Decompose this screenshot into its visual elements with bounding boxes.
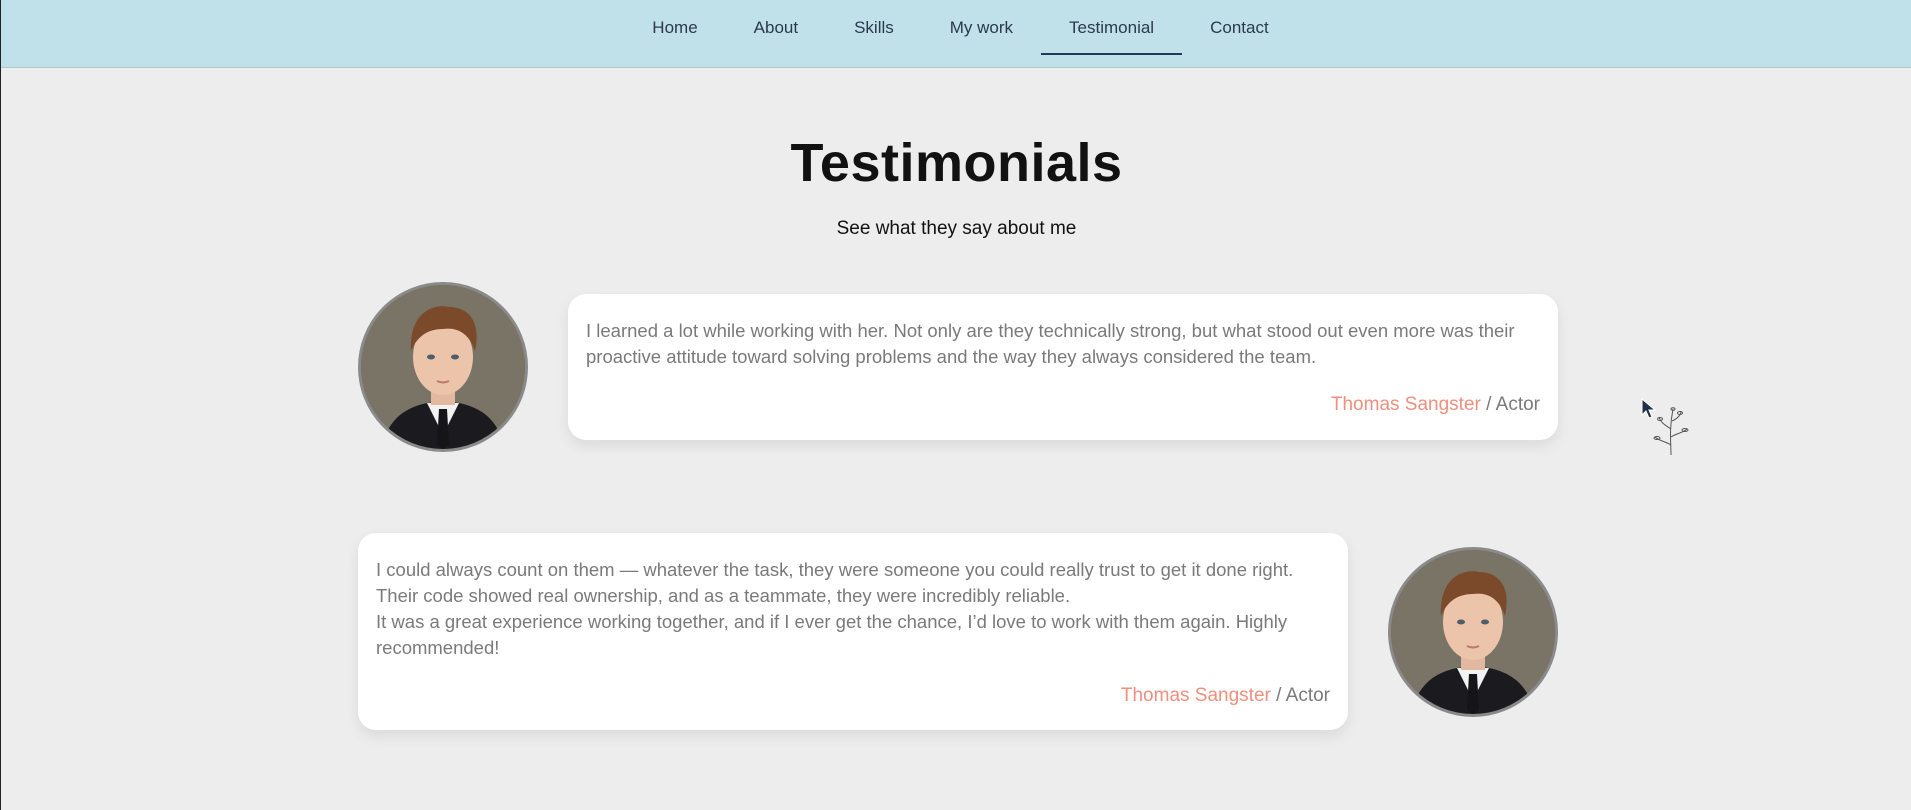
testimonial-author: Thomas Sangster / Actor <box>586 394 1540 416</box>
quote-line: proactive attitude toward solving proble… <box>586 346 1317 367</box>
testimonial-quote: I learned a lot while working with her. … <box>586 318 1540 370</box>
nav-items: Home About Skills My work Testimonial Co… <box>624 0 1296 55</box>
nav-item-my-work[interactable]: My work <box>922 0 1041 55</box>
nav-item-contact[interactable]: Contact <box>1182 0 1297 55</box>
quote-line: It was a great experience working togeth… <box>376 611 1288 632</box>
author-name: Thomas Sangster <box>1120 685 1271 706</box>
quote-line: I could always count on them — whatever … <box>376 559 1294 580</box>
author-role: Actor <box>1285 685 1330 706</box>
testimonial-card: I could always count on them — whatever … <box>358 533 1348 730</box>
nav-item-skills[interactable]: Skills <box>826 0 922 55</box>
page-subtitle: See what they say about me <box>836 218 1077 239</box>
nav-item-testimonial[interactable]: Testimonial <box>1041 0 1183 55</box>
portrait-image <box>361 285 525 449</box>
author-name: Thomas Sangster <box>1330 394 1481 415</box>
avatar <box>1388 547 1558 717</box>
plant-sprig-icon <box>1651 405 1691 462</box>
nav-item-about[interactable]: About <box>726 0 826 55</box>
testimonial-author: Thomas Sangster / Actor <box>376 685 1330 707</box>
nav-item-home[interactable]: Home <box>624 0 725 55</box>
author-separator: / <box>1480 394 1496 415</box>
page-title: Testimonials <box>790 133 1123 193</box>
quote-line: I learned a lot while working with her. … <box>586 320 1515 341</box>
testimonial-card: I learned a lot while working with her. … <box>568 294 1558 440</box>
page: Home About Skills My work Testimonial Co… <box>0 0 1911 810</box>
portrait-image <box>1391 550 1555 714</box>
avatar <box>358 282 528 452</box>
quote-line: Their code showed real ownership, and as… <box>376 585 1071 606</box>
author-separator: / <box>1270 685 1286 706</box>
author-role: Actor <box>1495 394 1540 415</box>
top-navbar: Home About Skills My work Testimonial Co… <box>1 0 1911 68</box>
nav-list: Home About Skills My work Testimonial Co… <box>1 0 1911 67</box>
quote-line: recommended! <box>376 637 500 658</box>
testimonial-quote: I could always count on them — whatever … <box>376 557 1330 661</box>
